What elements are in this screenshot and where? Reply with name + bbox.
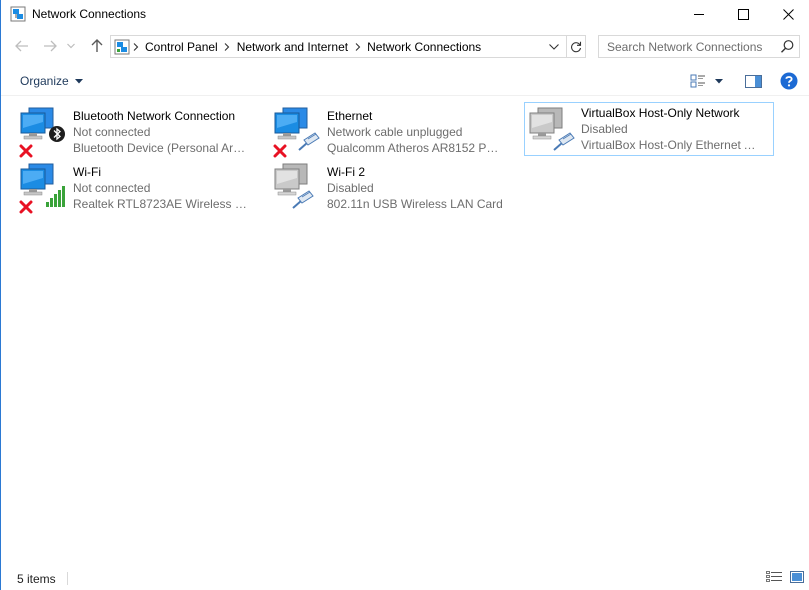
- chevron-down-icon: [67, 43, 75, 49]
- arrow-left-icon: [15, 40, 28, 52]
- recent-locations-button[interactable]: [65, 37, 77, 55]
- large-icons-view-button[interactable]: [789, 570, 805, 584]
- title-bar[interactable]: Network Connections: [1, 0, 809, 28]
- change-view-button[interactable]: [689, 72, 707, 90]
- disconnected-x-icon: [19, 200, 33, 214]
- minimize-icon: [694, 14, 704, 15]
- chevron-right-icon: [133, 42, 138, 51]
- arrow-right-icon: [44, 40, 57, 52]
- search-box[interactable]: [598, 35, 800, 58]
- close-icon: [782, 8, 794, 20]
- item-device: Realtek RTL8723AE Wireless LAN ...: [73, 197, 251, 211]
- list-item-virtualbox-host-only-network[interactable]: VirtualBox Host-Only Network Disabled Vi…: [524, 102, 774, 156]
- status-divider: [67, 572, 68, 585]
- item-device: Qualcomm Atheros AR8152 PCI-E...: [327, 141, 505, 155]
- details-view-button[interactable]: [766, 570, 782, 584]
- item-device: 802.11n USB Wireless LAN Card: [327, 197, 503, 211]
- control-panel-icon: [114, 39, 130, 54]
- forward-button[interactable]: [41, 37, 59, 55]
- breadcrumb-network-connections[interactable]: Network Connections: [363, 40, 485, 54]
- caret-down-icon: [74, 78, 83, 83]
- address-history-dropdown[interactable]: [546, 40, 562, 54]
- disconnected-x-icon: [19, 144, 33, 158]
- breadcrumb-control-panel[interactable]: Control Panel: [141, 40, 222, 54]
- maximize-icon: [737, 8, 749, 20]
- list-item-bluetooth-network-connection[interactable]: Bluetooth Network Connection Not connect…: [1, 102, 251, 158]
- item-name: VirtualBox Host-Only Network: [581, 106, 740, 120]
- item-name: Ethernet: [327, 109, 373, 123]
- disabled-adapter-icon: [274, 163, 314, 209]
- breadcrumb-separator[interactable]: [352, 36, 363, 57]
- refresh-button[interactable]: [567, 35, 586, 58]
- preview-pane-button[interactable]: [743, 72, 763, 90]
- maximize-button[interactable]: [720, 0, 766, 28]
- item-status: Not connected: [73, 181, 151, 195]
- item-name: Wi-Fi: [73, 165, 101, 179]
- explorer-window: Network Connections Control Panel Networ…: [0, 0, 809, 590]
- list-item-ethernet[interactable]: Ethernet Network cable unplugged Qualcom…: [255, 102, 505, 158]
- arrow-up-icon: [91, 39, 103, 52]
- chevron-right-icon: [224, 42, 230, 51]
- organize-label: Organize: [20, 74, 69, 88]
- item-device: Bluetooth Device (Personal Area ...: [73, 141, 251, 155]
- list-item-wifi[interactable]: Wi-Fi Not connected Realtek RTL8723AE Wi…: [1, 158, 251, 214]
- details-view-icon: [766, 571, 782, 582]
- disconnected-x-icon: [273, 144, 287, 158]
- connections-list: Bluetooth Network Connection Not connect…: [1, 98, 809, 560]
- breadcrumb-separator[interactable]: [222, 36, 233, 57]
- preview-pane-icon: [744, 74, 762, 88]
- list-item-wifi-2[interactable]: Wi-Fi 2 Disabled 802.11n USB Wireless LA…: [255, 158, 505, 212]
- organize-menu-button[interactable]: Organize: [20, 74, 83, 88]
- close-button[interactable]: [765, 0, 809, 28]
- item-status: Network cable unplugged: [327, 125, 463, 139]
- disabled-adapter-icon: [529, 107, 575, 151]
- breadcrumb-network-and-internet[interactable]: Network and Internet: [233, 40, 352, 54]
- item-name: Bluetooth Network Connection: [73, 109, 236, 123]
- window-title: Network Connections: [32, 7, 147, 21]
- address-bar[interactable]: Control Panel Network and Internet Netwo…: [110, 35, 567, 58]
- item-status: Not connected: [73, 125, 151, 139]
- command-bar: Organize: [1, 66, 809, 96]
- minimize-button[interactable]: [676, 0, 722, 28]
- item-device: VirtualBox Host-Only Ethernet Ad...: [581, 138, 759, 152]
- item-status: Disabled: [581, 122, 628, 136]
- item-status: Disabled: [327, 181, 374, 195]
- help-button[interactable]: [779, 72, 799, 90]
- breadcrumb-separator[interactable]: [130, 36, 141, 57]
- chevron-right-icon: [355, 42, 360, 51]
- item-name: Wi-Fi 2: [327, 165, 365, 179]
- caret-down-icon: [715, 78, 723, 83]
- network-connections-icon: [10, 6, 26, 22]
- refresh-icon: [571, 41, 582, 52]
- view-options-dropdown[interactable]: [713, 72, 725, 90]
- up-button[interactable]: [88, 37, 106, 55]
- item-count: 5 items: [17, 572, 56, 586]
- chevron-down-icon: [549, 44, 559, 50]
- status-bar: 5 items: [1, 566, 809, 590]
- search-icon[interactable]: [780, 39, 795, 54]
- search-input[interactable]: [599, 36, 777, 57]
- back-button[interactable]: [13, 37, 31, 55]
- help-icon: [780, 72, 798, 90]
- tiles-view-icon: [690, 74, 705, 88]
- large-icons-view-icon: [790, 571, 804, 583]
